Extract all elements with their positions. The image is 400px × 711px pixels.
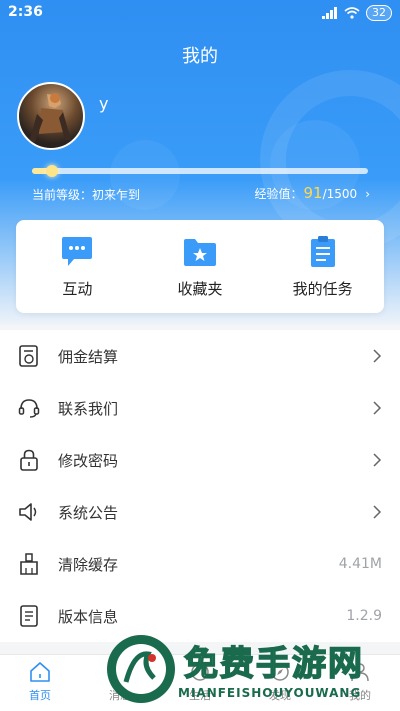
tab-life[interactable]: 生活 [160,655,240,711]
settings-menu: 佣金结算 联系我们 修改密码 系统公告 清除缓存 4.41M 版本信息 1.2.… [0,330,400,642]
bill-icon [19,345,38,367]
status-time: 2:36 [8,4,43,20]
document-icon [20,605,38,627]
tab-label: 生活 [189,689,211,702]
menu-item-announcements[interactable]: 系统公告 [0,486,400,538]
experience-link[interactable]: 经验值： 91 /1500 › [254,184,370,202]
chevron-right-icon: › [365,187,370,201]
quick-action-tasks[interactable]: 我的任务 [261,220,384,313]
signal-icon [322,7,337,19]
cache-size: 4.41M [338,556,382,572]
exp-current: 91 [303,184,323,202]
menu-item-label: 修改密码 [58,451,119,470]
menu-item-commission[interactable]: 佣金结算 [0,330,400,382]
username: y [99,94,109,113]
menu-item-change-password[interactable]: 修改密码 [0,434,400,486]
level-progress-bar [32,165,368,177]
headset-icon [18,399,40,418]
chevron-right-icon [373,349,382,363]
tab-profile[interactable]: 我的 [320,655,400,711]
menu-item-clear-cache[interactable]: 清除缓存 4.41M [0,538,400,590]
message-icon [110,664,130,683]
lock-icon [20,449,38,471]
menu-item-contact[interactable]: 联系我们 [0,382,400,434]
tab-label: 消息 [109,689,131,702]
quick-actions-card: 互动 收藏夹 我的任务 [16,220,384,313]
status-bar: 2:36 32 [0,0,400,26]
battery-icon: 32 [366,5,392,21]
quick-action-label: 收藏夹 [177,280,223,298]
speaker-icon [19,503,37,521]
quick-action-label: 互动 [62,280,93,298]
menu-item-label: 清除缓存 [58,555,119,574]
version-number: 1.2.9 [346,608,382,624]
bottom-tab-bar: 首页 消息 生活 发现 我的 [0,654,400,711]
chevron-right-icon [373,453,382,467]
tab-home[interactable]: 首页 [0,655,80,711]
life-icon [191,663,209,681]
tab-label: 发现 [269,689,291,702]
menu-item-label: 系统公告 [58,503,119,522]
chevron-right-icon [373,401,382,415]
home-icon [30,662,50,682]
tab-discover[interactable]: 发现 [240,655,320,711]
quick-action-favorites[interactable]: 收藏夹 [139,220,262,313]
chat-bubble-icon [62,237,93,266]
chevron-right-icon [373,505,382,519]
avatar-image [29,93,71,142]
page-title: 我的 [182,46,218,67]
menu-item-label: 佣金结算 [58,347,119,366]
menu-item-version[interactable]: 版本信息 1.2.9 [0,590,400,642]
quick-action-label: 我的任务 [292,280,353,298]
discover-icon [271,663,289,681]
profile-icon [351,663,369,682]
exp-max: /1500 [322,187,358,201]
menu-item-label: 版本信息 [58,607,119,626]
folder-star-icon [184,239,216,266]
wifi-icon [344,7,360,19]
tab-label: 我的 [349,689,371,702]
tab-label: 首页 [29,689,51,702]
tab-messages[interactable]: 消息 [80,655,160,711]
menu-item-label: 联系我们 [58,399,119,418]
broom-icon [20,553,38,575]
exp-prefix: 经验值： [254,187,303,201]
current-level: 当前等级：初来乍到 [32,188,141,202]
avatar[interactable] [17,82,85,150]
clipboard-icon [310,236,335,267]
quick-action-interact[interactable]: 互动 [16,220,139,313]
